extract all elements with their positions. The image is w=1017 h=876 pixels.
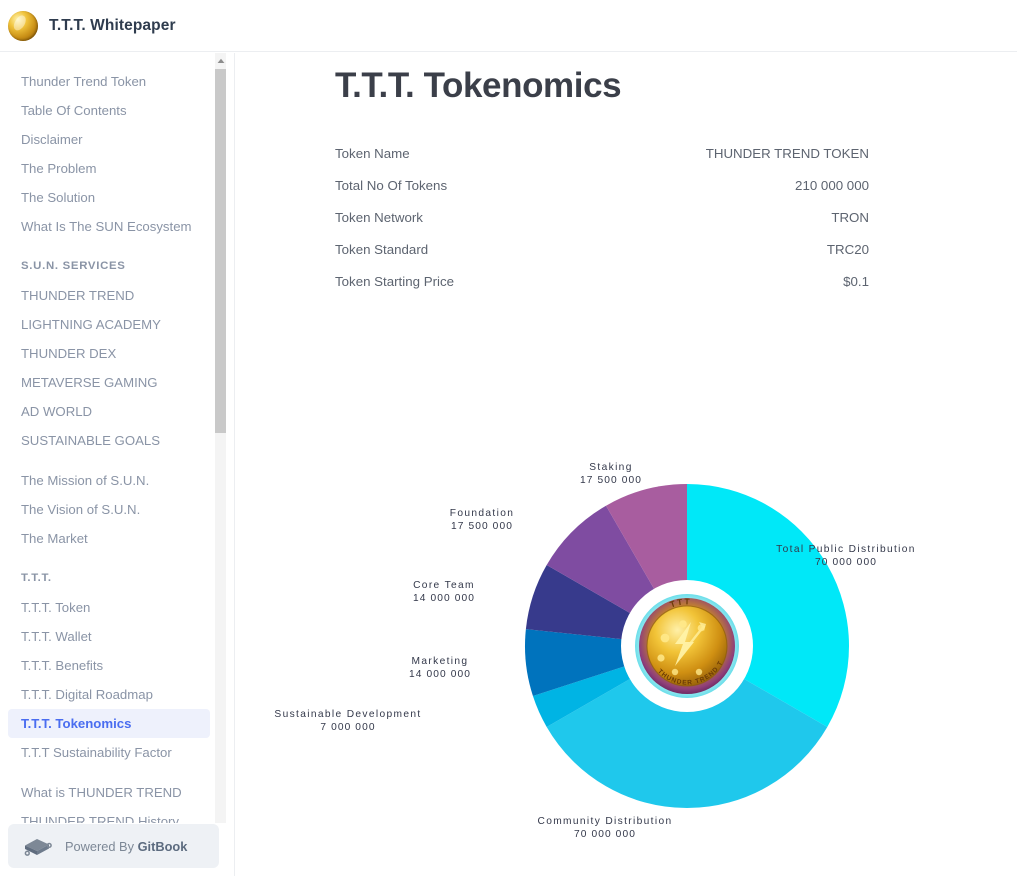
- pie-slice-label-value: 70 000 000: [814, 557, 877, 568]
- sidebar-item-t-t-t-sustainability-factor[interactable]: T.T.T Sustainability Factor: [8, 738, 210, 767]
- tokenomics-donut-chart: TTTTHUNDER TREND TOKEN Total Public Distr…: [236, 53, 1017, 876]
- pie-slice-label-name: Core Team: [413, 580, 475, 591]
- sidebar-item-thunder-trend[interactable]: THUNDER TREND: [8, 281, 210, 310]
- ttt-gold-coin-icon: TTTTHUNDER TREND TOKEN: [236, 53, 739, 698]
- sidebar-scrollbar-thumb[interactable]: [215, 69, 226, 433]
- sidebar-item-lightning-academy[interactable]: LIGHTNING ACADEMY: [8, 310, 210, 339]
- pie-slice-label-value: 17 500 000: [450, 521, 513, 532]
- pie-slice-label-value: 14 000 000: [409, 669, 471, 680]
- main-content: T.T.T. Tokenomics Token Name THUNDER TREN…: [236, 53, 1017, 876]
- powered-by-gitbook-link[interactable]: Powered By GitBook: [8, 824, 219, 868]
- chevron-up-icon[interactable]: [215, 53, 226, 68]
- sidebar-item-metaverse-gaming[interactable]: METAVERSE GAMING: [8, 368, 210, 397]
- pie-slice-label: Marketing 14 000 000: [409, 655, 471, 681]
- sidebar-item-thunder-trend-history[interactable]: THUNDER TREND History: [8, 807, 210, 823]
- sidebar-item-the-market[interactable]: The Market: [8, 524, 210, 553]
- gitbook-book-icon: [22, 835, 52, 857]
- pie-slice-label-value: 7 000 000: [320, 722, 376, 733]
- pie-slice-label: Community Distribution 70 000 000: [537, 815, 672, 841]
- sidebar-item-the-vision-of-s-u-n[interactable]: The Vision of S.U.N.: [8, 495, 210, 524]
- pie-slice-label-name: Staking: [589, 462, 633, 473]
- pie-slice-label: Staking 17 500 000: [580, 461, 642, 487]
- sidebar-item-ad-world[interactable]: AD WORLD: [8, 397, 210, 426]
- sidebar-item-what-is-the-sun-ecosystem[interactable]: What Is The SUN Ecosystem: [8, 212, 210, 241]
- pie-slice-label: Sustainable Development 7 000 000: [274, 708, 421, 734]
- gitbook-brand: GitBook: [137, 838, 188, 854]
- pie-slice-label-name: Foundation: [449, 508, 515, 519]
- sidebar-item-the-mission-of-s-u-n[interactable]: The Mission of S.U.N.: [8, 466, 210, 495]
- sidebar-item-what-is-thunder-trend[interactable]: What is THUNDER TREND: [8, 778, 210, 807]
- pie-slice-label-name: Sustainable Development: [274, 709, 422, 720]
- app-title: T.T.T. Whitepaper: [49, 16, 176, 34]
- app-header: T.T.T. Whitepaper: [0, 0, 1017, 52]
- sidebar-item-t-t-t-tokenomics[interactable]: T.T.T. Tokenomics: [8, 709, 210, 738]
- pie-slice-label-value: 14 000 000: [413, 593, 475, 604]
- pie-slice-label-name: Community Distribution: [537, 816, 673, 827]
- sidebar-item-thunder-trend-token[interactable]: Thunder Trend Token: [8, 67, 210, 96]
- sidebar-item-t-t-t-benefits[interactable]: T.T.T. Benefits: [8, 651, 210, 680]
- sidebar: Thunder Trend Token Table Of Contents Disc…: [0, 53, 235, 876]
- sidebar-item-table-of-contents[interactable]: Table Of Contents: [8, 96, 210, 125]
- sidebar-nav: Thunder Trend Token Table Of Contents Disc…: [0, 53, 218, 823]
- sidebar-item-thunder-dex[interactable]: THUNDER DEX: [8, 339, 210, 368]
- pie-slice-label: Core Team 14 000 000: [413, 579, 475, 605]
- sidebar-item-the-problem[interactable]: The Problem: [8, 154, 210, 183]
- sidebar-item-sustainable-goals[interactable]: SUSTAINABLE GOALS: [8, 426, 210, 455]
- sidebar-group-t-t-t: T.T.T.: [21, 572, 52, 584]
- sidebar-item-disclaimer[interactable]: Disclaimer: [8, 125, 210, 154]
- sidebar-item-t-t-t-token[interactable]: T.T.T. Token: [8, 593, 210, 622]
- pie-slice-label: Total Public Distribution 70 000 000: [776, 543, 916, 569]
- sidebar-item-t-t-t-digital-roadmap[interactable]: T.T.T. Digital Roadmap: [8, 680, 210, 709]
- pie-slice-label-name: Total Public Distribution: [776, 544, 916, 555]
- sidebar-item-the-solution[interactable]: The Solution: [8, 183, 210, 212]
- gitbook-prefix: Powered By: [65, 838, 138, 854]
- pie-slice-label-value: 70 000 000: [573, 829, 636, 840]
- gold-coin-icon: [8, 10, 38, 41]
- pie-slice-label-name: Marketing: [411, 656, 469, 667]
- pie-slice-label: Foundation 17 500 000: [450, 507, 514, 533]
- sidebar-item-t-t-t-wallet[interactable]: T.T.T. Wallet: [8, 622, 210, 651]
- sidebar-group-s-u-n-services: S.U.N. SERVICES: [21, 260, 126, 272]
- pie-slice-label-value: 17 500 000: [580, 475, 642, 486]
- gitbook-label: Powered By GitBook: [65, 839, 187, 854]
